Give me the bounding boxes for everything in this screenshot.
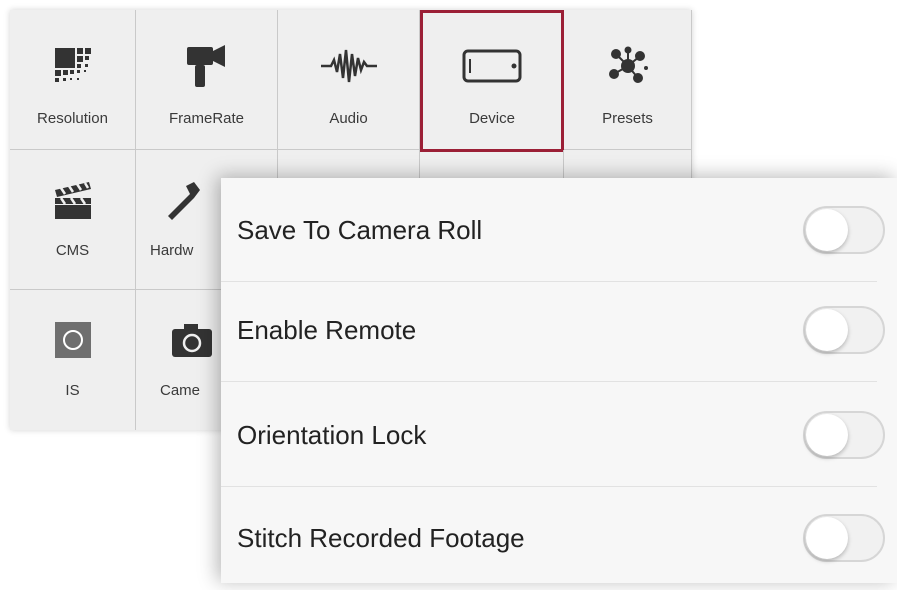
tab-is[interactable]: IS xyxy=(10,290,136,430)
camera-switch-icon xyxy=(162,320,222,360)
tab-label: Presets xyxy=(602,110,653,127)
device-settings-panel: Save To Camera Roll Enable Remote Orient… xyxy=(221,178,897,583)
setting-row-orientation-lock: Orientation Lock xyxy=(221,383,897,487)
tab-device[interactable]: Device xyxy=(420,10,564,152)
setting-row-save-to-camera-roll: Save To Camera Roll xyxy=(221,178,897,282)
setting-label: Enable Remote xyxy=(237,314,417,345)
film-camera-icon xyxy=(177,45,237,87)
tab-label: FrameRate xyxy=(168,110,245,127)
enable-remote-toggle[interactable] xyxy=(803,306,885,354)
tab-label: CMS xyxy=(55,242,90,259)
tab-label: Resolution xyxy=(37,110,108,127)
tab-label: Audio xyxy=(329,110,368,127)
tab-cms[interactable]: CMS xyxy=(10,150,136,290)
save-to-camera-roll-toggle[interactable] xyxy=(803,206,885,254)
toggle-knob xyxy=(806,309,848,351)
stitch-recorded-footage-toggle[interactable] xyxy=(803,514,885,562)
presets-molecule-icon xyxy=(598,46,658,86)
toggle-knob xyxy=(806,414,848,456)
tab-audio[interactable]: Audio xyxy=(278,10,420,150)
toggle-knob xyxy=(806,517,848,559)
phone-landscape-icon xyxy=(462,46,522,86)
wrench-icon xyxy=(156,180,216,220)
setting-row-enable-remote: Enable Remote xyxy=(221,278,897,382)
setting-row-stitch-recorded-footage: Stitch Recorded Footage xyxy=(221,486,897,590)
tab-label: IS xyxy=(65,382,80,399)
tab-resolution[interactable]: Resolution xyxy=(10,10,136,150)
tab-label: Device xyxy=(469,110,515,127)
tab-presets[interactable]: Presets xyxy=(564,10,692,150)
audio-waveform-icon xyxy=(319,46,379,86)
setting-label: Stitch Recorded Footage xyxy=(237,522,525,553)
setting-label: Save To Camera Roll xyxy=(237,214,483,245)
row-divider xyxy=(221,381,877,382)
stabilization-square-icon xyxy=(43,320,103,360)
tab-framerate[interactable]: FrameRate xyxy=(136,10,278,150)
toggle-knob xyxy=(806,209,848,251)
orientation-lock-toggle[interactable] xyxy=(803,411,885,459)
resolution-grid-icon xyxy=(43,46,103,86)
clapperboard-icon xyxy=(43,180,103,220)
setting-label: Orientation Lock xyxy=(237,419,427,450)
